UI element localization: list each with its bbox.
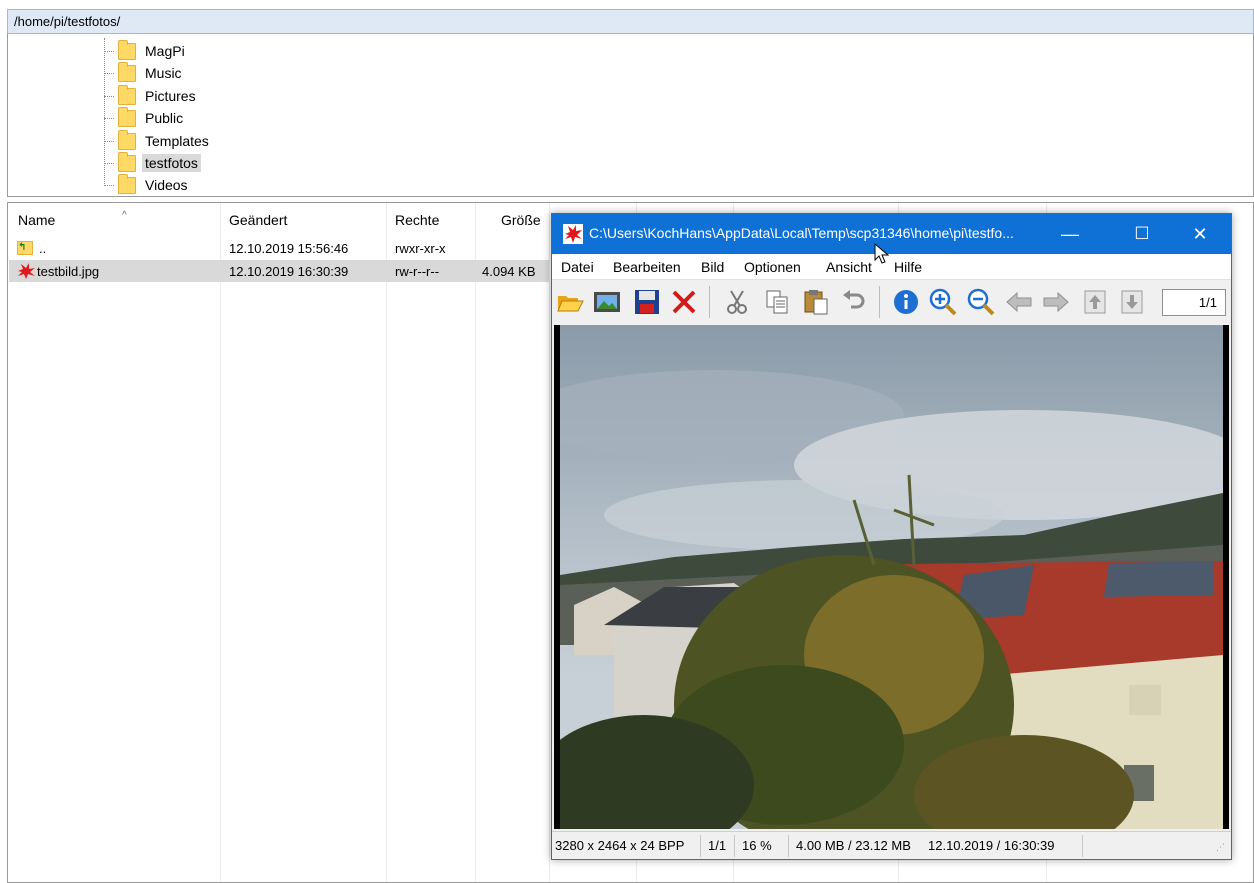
remote-path-bar[interactable]: /home/pi/testfotos/ <box>7 9 1254 34</box>
menu-hilfe[interactable]: Hilfe <box>894 259 922 275</box>
image-viewer-window[interactable]: C:\Users\KochHans\AppData\Local\Temp\scp… <box>551 213 1232 860</box>
status-zoom: 16 % <box>742 838 772 853</box>
viewer-statusbar: 3280 x 2464 x 24 BPP 1/1 16 % 4.00 MB / … <box>552 831 1231 859</box>
column-header-size[interactable]: Größe <box>501 212 541 228</box>
status-dimensions: 3280 x 2464 x 24 BPP <box>555 838 685 853</box>
minimize-button[interactable]: — <box>1047 214 1093 254</box>
sort-ascending-icon: ^ <box>122 210 127 221</box>
tree-item-label: testfotos <box>142 154 201 172</box>
remote-path-text: /home/pi/testfotos/ <box>14 14 121 29</box>
tree-item-pictures[interactable]: Pictures <box>104 84 199 107</box>
status-index: 1/1 <box>708 838 727 853</box>
zoom-out-icon[interactable] <box>966 287 996 317</box>
save-icon[interactable] <box>632 287 662 317</box>
parent-folder-icon: ↰ <box>17 241 33 255</box>
page-down-icon[interactable] <box>1117 287 1147 317</box>
cut-icon[interactable] <box>722 287 752 317</box>
viewer-menubar: Datei Bearbeiten Bild Optionen Ansicht H… <box>552 254 1231 280</box>
image-canvas[interactable] <box>554 325 1229 829</box>
menu-bild[interactable]: Bild <box>701 259 724 275</box>
menu-optionen[interactable]: Optionen <box>744 259 801 275</box>
tree-item-label: Templates <box>145 133 209 149</box>
status-datetime: 12.10.2019 / 16:30:39 <box>928 838 1055 853</box>
folder-icon <box>118 61 136 82</box>
landscape-photo <box>554 325 1229 829</box>
zoom-in-icon[interactable] <box>928 287 958 317</box>
viewer-title: C:\Users\KochHans\AppData\Local\Temp\scp… <box>589 225 1014 241</box>
slideshow-icon[interactable] <box>592 287 622 317</box>
viewer-toolbar: 1/1 <box>552 280 1231 324</box>
delete-icon[interactable] <box>669 287 699 317</box>
column-divider <box>549 203 550 882</box>
menu-bearbeiten[interactable]: Bearbeiten <box>613 259 681 275</box>
open-folder-icon[interactable] <box>555 287 585 317</box>
tree-item-label: Pictures <box>145 88 196 104</box>
page-up-icon[interactable] <box>1080 287 1110 317</box>
maximize-button[interactable]: ☐ <box>1119 214 1165 254</box>
folder-icon <box>118 106 136 127</box>
column-header-rights[interactable]: Rechte <box>395 212 439 228</box>
copy-icon[interactable] <box>762 287 792 317</box>
menu-datei[interactable]: Datei <box>561 259 594 275</box>
file-row-testbild[interactable]: testbild.jpg 12.10.2019 16:30:39 rw-r--r… <box>9 260 549 282</box>
tree-item-label: MagPi <box>145 43 185 59</box>
mouse-cursor-icon <box>874 243 890 264</box>
tree-item-label: Music <box>145 65 182 81</box>
folder-icon <box>118 129 136 150</box>
folder-icon <box>118 151 136 172</box>
column-divider <box>386 203 387 882</box>
file-changed: 12.10.2019 15:56:46 <box>229 241 349 256</box>
folder-icon <box>118 173 136 194</box>
folder-tree: MagPi Music Pictures Public Templates te… <box>7 34 1254 197</box>
file-name: .. <box>39 241 47 256</box>
paste-icon[interactable] <box>801 287 831 317</box>
viewer-titlebar[interactable]: C:\Users\KochHans\AppData\Local\Temp\scp… <box>552 214 1231 254</box>
next-arrow-icon[interactable] <box>1041 287 1071 317</box>
column-header-changed[interactable]: Geändert <box>229 212 287 228</box>
tree-item-testfotos[interactable]: testfotos <box>104 151 201 174</box>
file-name: testbild.jpg <box>37 264 100 279</box>
page-indicator[interactable]: 1/1 <box>1162 289 1226 316</box>
column-divider <box>475 203 476 882</box>
file-size: 4.094 KB <box>482 264 536 279</box>
tree-item-public[interactable]: Public <box>104 106 186 129</box>
irfanview-app-icon <box>563 224 583 244</box>
resize-grip-icon[interactable]: ⋰ <box>1216 842 1225 853</box>
tree-item-videos[interactable]: Videos <box>104 173 191 196</box>
status-memory: 4.00 MB / 23.12 MB <box>796 838 911 853</box>
previous-arrow-icon[interactable] <box>1004 287 1034 317</box>
file-changed: 12.10.2019 16:30:39 <box>229 264 349 279</box>
info-icon[interactable] <box>891 287 921 317</box>
column-divider <box>220 203 221 882</box>
folder-icon <box>118 84 136 105</box>
folder-icon <box>118 39 136 60</box>
irfanview-image-icon <box>18 263 35 279</box>
column-header-name[interactable]: Name ^ <box>18 210 127 228</box>
file-rights: rwxr-xr-x <box>395 241 446 256</box>
tree-item-label: Public <box>145 110 184 126</box>
undo-icon[interactable] <box>839 287 869 317</box>
file-row-parent[interactable]: ↰ .. 12.10.2019 15:56:46 rwxr-xr-x <box>9 237 549 259</box>
tree-item-label: Videos <box>145 177 188 193</box>
menu-ansicht[interactable]: Ansicht <box>826 259 872 275</box>
file-rights: rw-r--r-- <box>395 264 440 279</box>
tree-item-magpi[interactable]: MagPi <box>104 39 188 62</box>
close-button[interactable]: ✕ <box>1177 214 1223 254</box>
tree-item-music[interactable]: Music <box>104 61 185 84</box>
tree-item-templates[interactable]: Templates <box>104 129 212 152</box>
